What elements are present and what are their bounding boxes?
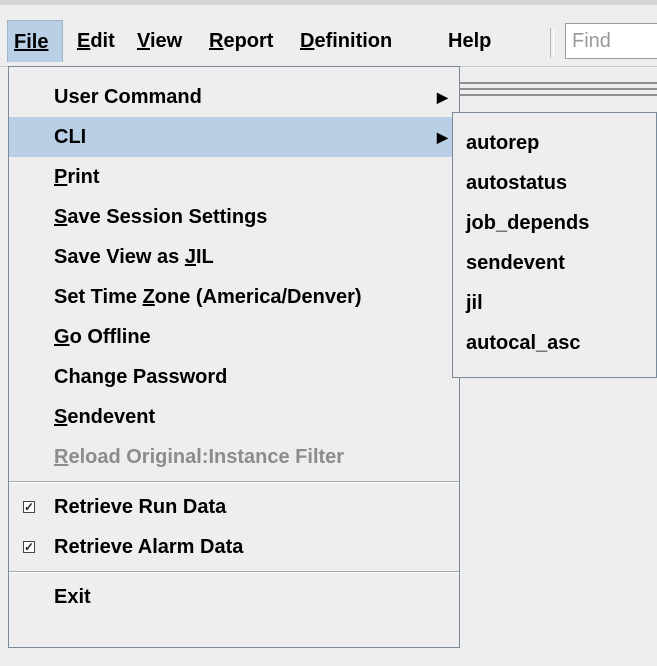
cli-submenu: autorep autostatus job_depends sendevent…	[452, 112, 657, 378]
submenu-item-sendevent[interactable]: sendevent	[453, 243, 656, 283]
menu-view[interactable]: View	[137, 20, 182, 62]
submenu-item-autostatus[interactable]: autostatus	[453, 163, 656, 203]
submenu-item-label: autocal_asc	[466, 332, 581, 354]
submenu-item-autorep[interactable]: autorep	[453, 123, 656, 163]
submenu-item-job-depends[interactable]: job_depends	[453, 203, 656, 243]
submenu-item-label: autostatus	[466, 172, 568, 194]
submenu-item-label: jil	[466, 292, 483, 314]
menu-item-label: CLI	[54, 126, 87, 148]
menu-item-label: Print	[54, 166, 100, 188]
menu-item-go-offline[interactable]: Go Offline	[9, 317, 459, 357]
menu-item-label: User Command	[54, 86, 202, 108]
menu-definition[interactable]: Definition	[300, 20, 392, 62]
menubar-separator	[550, 28, 554, 58]
menu-item-label: Go Offline	[54, 326, 151, 348]
menu-item-user-command[interactable]: User Command ▶	[9, 77, 459, 117]
menu-edit[interactable]: Edit	[77, 20, 115, 62]
menu-separator	[9, 481, 459, 483]
menu-item-set-time-zone[interactable]: Set Time Zone (America/Denver)	[9, 277, 459, 317]
menu-view-label: View	[137, 30, 183, 52]
window-top-edge	[0, 0, 657, 5]
menu-item-exit[interactable]: Exit	[9, 577, 459, 617]
menu-edit-label: Edit	[77, 30, 115, 52]
menu-item-label: Retrieve Alarm Data	[54, 536, 244, 558]
menu-item-sendevent[interactable]: Sendevent	[9, 397, 459, 437]
menu-item-retrieve-run-data[interactable]: ✓ Retrieve Run Data	[9, 487, 459, 527]
menu-item-save-view-as-jil[interactable]: Save View as JIL	[9, 237, 459, 277]
toolbar-separator-lines	[455, 82, 657, 96]
menu-item-label: Save View as JIL	[54, 246, 214, 268]
menu-item-cli[interactable]: CLI ▶	[9, 117, 459, 157]
menu-item-label: Save Session Settings	[54, 206, 268, 228]
menu-item-label: Reload Original:Instance Filter	[54, 446, 345, 468]
menu-item-label: Sendevent	[54, 406, 156, 428]
menu-item-print[interactable]: Print	[9, 157, 459, 197]
menu-item-change-password[interactable]: Change Password	[9, 357, 459, 397]
submenu-arrow-icon: ▶	[437, 129, 448, 145]
file-menu-dropdown: User Command ▶ CLI ▶ Print Save Session …	[8, 66, 460, 648]
menu-item-save-session-settings[interactable]: Save Session Settings	[9, 197, 459, 237]
submenu-item-label: autorep	[466, 132, 540, 154]
menu-help[interactable]: Help	[448, 20, 491, 62]
menu-file[interactable]: File	[7, 20, 63, 62]
menu-help-label: Help	[448, 30, 492, 52]
menu-item-reload-original-instance-filter: Reload Original:Instance Filter	[9, 437, 459, 477]
checkbox-checked-icon: ✓	[23, 540, 35, 554]
menu-report-label: Report	[209, 30, 274, 52]
menu-item-label: Change Password	[54, 366, 228, 388]
menu-item-label: Exit	[54, 586, 91, 608]
find-placeholder: Find	[572, 30, 611, 52]
checkbox-checked-icon: ✓	[23, 500, 35, 514]
menu-item-label: Retrieve Run Data	[54, 496, 227, 518]
menu-item-retrieve-alarm-data[interactable]: ✓ Retrieve Alarm Data	[9, 527, 459, 567]
menu-definition-label: Definition	[300, 30, 393, 52]
submenu-item-autocal-asc[interactable]: autocal_asc	[453, 323, 656, 363]
submenu-arrow-icon: ▶	[437, 89, 448, 105]
menu-item-label: Set Time Zone (America/Denver)	[54, 286, 362, 308]
find-input[interactable]: Find	[565, 23, 657, 59]
menu-separator	[9, 571, 459, 573]
menu-report[interactable]: Report	[209, 20, 273, 62]
menu-file-mnemonic: File	[14, 31, 49, 53]
submenu-item-jil[interactable]: jil	[453, 283, 656, 323]
submenu-item-label: job_depends	[466, 212, 590, 234]
submenu-item-label: sendevent	[466, 252, 565, 274]
menu-bar: File Edit View Report Definition Help Fi…	[0, 0, 657, 67]
